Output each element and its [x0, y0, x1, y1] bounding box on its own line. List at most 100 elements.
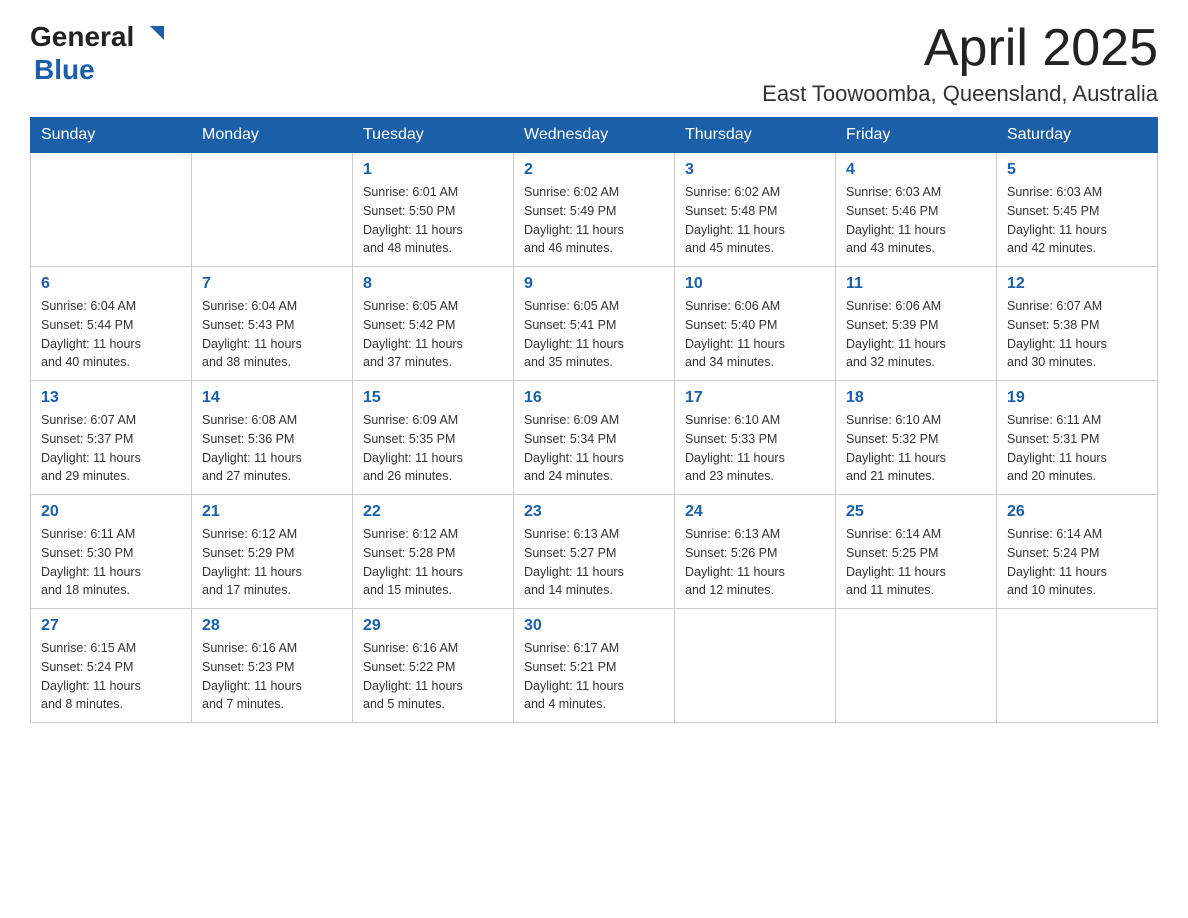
calendar-cell: 10 Sunrise: 6:06 AM Sunset: 5:40 PM Dayli…: [675, 267, 836, 381]
calendar-cell: 12Sunrise: 6:07 AM Sunset: 5:38 PM Dayli…: [997, 267, 1158, 381]
day-info: Sunrise: 6:16 AM Sunset: 5:23 PM Dayligh…: [202, 639, 342, 714]
day-number: 12: [1007, 275, 1147, 293]
calendar-cell: 22 Sunrise: 6:12 AM Sunset: 5:28 PM Dayli…: [353, 495, 514, 609]
calendar-table: SundayMondayTuesdayWednesdayThursdayFrid…: [30, 117, 1158, 723]
day-info: Sunrise: 6:03 AM Sunset: 5:45 PM Dayligh…: [1007, 183, 1147, 258]
day-number: 5: [1007, 161, 1147, 179]
day-number: 1: [363, 161, 503, 179]
day-number: 21: [202, 503, 342, 521]
day-number: 8: [363, 275, 503, 293]
calendar-cell: 27 Sunrise: 6:15 AM Sunset: 5:24 PM Dayli…: [31, 609, 192, 723]
day-info: Sunrise: 6:05 AM Sunset: 5:41 PM Dayligh…: [524, 297, 664, 372]
day-number: 7: [202, 275, 342, 293]
calendar-cell: 8Sunrise: 6:05 AM Sunset: 5:42 PM Daylig…: [353, 267, 514, 381]
day-info: Sunrise: 6:15 AM Sunset: 5:24 PM Dayligh…: [41, 639, 181, 714]
page-header: General Blue April 2025 East Toowoomba, …: [30, 20, 1158, 107]
calendar-cell: [997, 609, 1158, 723]
day-info: Sunrise: 6:06 AM Sunset: 5:39 PM Dayligh…: [846, 297, 986, 372]
calendar-cell: 30 Sunrise: 6:17 AM Sunset: 5:21 PM Dayli…: [514, 609, 675, 723]
day-number: 26: [1007, 503, 1147, 521]
logo-general-text: General: [30, 21, 134, 53]
calendar-cell: 5 Sunrise: 6:03 AM Sunset: 5:45 PM Daylig…: [997, 153, 1158, 267]
title-area: April 2025 East Toowoomba, Queensland, A…: [762, 20, 1158, 107]
location-title: East Toowoomba, Queensland, Australia: [762, 81, 1158, 107]
weekday-header-row: SundayMondayTuesdayWednesdayThursdayFrid…: [31, 118, 1158, 153]
day-info: Sunrise: 6:04 AM Sunset: 5:44 PM Dayligh…: [41, 297, 181, 372]
day-info: Sunrise: 6:16 AM Sunset: 5:22 PM Dayligh…: [363, 639, 503, 714]
day-number: 24: [685, 503, 825, 521]
day-number: 11: [846, 275, 986, 293]
day-info: Sunrise: 6:01 AM Sunset: 5:50 PM Dayligh…: [363, 183, 503, 258]
weekday-header-monday: Monday: [192, 118, 353, 153]
week-row-1: 1 Sunrise: 6:01 AM Sunset: 5:50 PM Daylig…: [31, 153, 1158, 267]
weekday-header-tuesday: Tuesday: [353, 118, 514, 153]
calendar-cell: [31, 153, 192, 267]
day-number: 25: [846, 503, 986, 521]
calendar-cell: 16 Sunrise: 6:09 AM Sunset: 5:34 PM Dayli…: [514, 381, 675, 495]
calendar-cell: 2Sunrise: 6:02 AM Sunset: 5:49 PM Daylig…: [514, 153, 675, 267]
day-info: Sunrise: 6:12 AM Sunset: 5:28 PM Dayligh…: [363, 525, 503, 600]
calendar-cell: 21 Sunrise: 6:12 AM Sunset: 5:29 PM Dayli…: [192, 495, 353, 609]
day-info: Sunrise: 6:12 AM Sunset: 5:29 PM Dayligh…: [202, 525, 342, 600]
logo: General Blue: [30, 20, 168, 86]
day-info: Sunrise: 6:06 AM Sunset: 5:40 PM Dayligh…: [685, 297, 825, 372]
day-info: Sunrise: 6:09 AM Sunset: 5:34 PM Dayligh…: [524, 411, 664, 486]
day-number: 18: [846, 389, 986, 407]
calendar-cell: 1 Sunrise: 6:01 AM Sunset: 5:50 PM Daylig…: [353, 153, 514, 267]
day-number: 19: [1007, 389, 1147, 407]
day-number: 27: [41, 617, 181, 635]
day-number: 14: [202, 389, 342, 407]
day-info: Sunrise: 6:14 AM Sunset: 5:24 PM Dayligh…: [1007, 525, 1147, 600]
weekday-header-thursday: Thursday: [675, 118, 836, 153]
calendar-cell: 26 Sunrise: 6:14 AM Sunset: 5:24 PM Dayli…: [997, 495, 1158, 609]
week-row-4: 20Sunrise: 6:11 AM Sunset: 5:30 PM Dayli…: [31, 495, 1158, 609]
weekday-header-sunday: Sunday: [31, 118, 192, 153]
calendar-cell: [675, 609, 836, 723]
calendar-cell: 19 Sunrise: 6:11 AM Sunset: 5:31 PM Dayli…: [997, 381, 1158, 495]
day-number: 6: [41, 275, 181, 293]
day-info: Sunrise: 6:13 AM Sunset: 5:26 PM Dayligh…: [685, 525, 825, 600]
day-info: Sunrise: 6:13 AM Sunset: 5:27 PM Dayligh…: [524, 525, 664, 600]
day-number: 17: [685, 389, 825, 407]
day-number: 4: [846, 161, 986, 179]
day-info: Sunrise: 6:17 AM Sunset: 5:21 PM Dayligh…: [524, 639, 664, 714]
calendar-cell: 7 Sunrise: 6:04 AM Sunset: 5:43 PM Daylig…: [192, 267, 353, 381]
calendar-cell: 14Sunrise: 6:08 AM Sunset: 5:36 PM Dayli…: [192, 381, 353, 495]
day-number: 9: [524, 275, 664, 293]
calendar-cell: 13Sunrise: 6:07 AM Sunset: 5:37 PM Dayli…: [31, 381, 192, 495]
day-number: 13: [41, 389, 181, 407]
logo-icon: [134, 20, 168, 54]
day-number: 16: [524, 389, 664, 407]
day-number: 20: [41, 503, 181, 521]
day-number: 29: [363, 617, 503, 635]
day-info: Sunrise: 6:14 AM Sunset: 5:25 PM Dayligh…: [846, 525, 986, 600]
day-number: 3: [685, 161, 825, 179]
day-number: 15: [363, 389, 503, 407]
calendar-cell: 24 Sunrise: 6:13 AM Sunset: 5:26 PM Dayli…: [675, 495, 836, 609]
week-row-2: 6 Sunrise: 6:04 AM Sunset: 5:44 PM Daylig…: [31, 267, 1158, 381]
day-number: 22: [363, 503, 503, 521]
calendar-cell: 17 Sunrise: 6:10 AM Sunset: 5:33 PM Dayli…: [675, 381, 836, 495]
month-title: April 2025: [762, 20, 1158, 77]
day-info: Sunrise: 6:10 AM Sunset: 5:33 PM Dayligh…: [685, 411, 825, 486]
calendar-cell: 11 Sunrise: 6:06 AM Sunset: 5:39 PM Dayli…: [836, 267, 997, 381]
calendar-cell: 25 Sunrise: 6:14 AM Sunset: 5:25 PM Dayli…: [836, 495, 997, 609]
day-info: Sunrise: 6:02 AM Sunset: 5:49 PM Dayligh…: [524, 183, 664, 258]
week-row-5: 27 Sunrise: 6:15 AM Sunset: 5:24 PM Dayli…: [31, 609, 1158, 723]
calendar-cell: 6 Sunrise: 6:04 AM Sunset: 5:44 PM Daylig…: [31, 267, 192, 381]
logo-blue-text: Blue: [34, 54, 95, 86]
calendar-cell: 29 Sunrise: 6:16 AM Sunset: 5:22 PM Dayli…: [353, 609, 514, 723]
day-info: Sunrise: 6:09 AM Sunset: 5:35 PM Dayligh…: [363, 411, 503, 486]
calendar-cell: 3Sunrise: 6:02 AM Sunset: 5:48 PM Daylig…: [675, 153, 836, 267]
day-info: Sunrise: 6:11 AM Sunset: 5:31 PM Dayligh…: [1007, 411, 1147, 486]
calendar-cell: 4 Sunrise: 6:03 AM Sunset: 5:46 PM Daylig…: [836, 153, 997, 267]
week-row-3: 13Sunrise: 6:07 AM Sunset: 5:37 PM Dayli…: [31, 381, 1158, 495]
day-info: Sunrise: 6:04 AM Sunset: 5:43 PM Dayligh…: [202, 297, 342, 372]
day-number: 30: [524, 617, 664, 635]
day-info: Sunrise: 6:03 AM Sunset: 5:46 PM Dayligh…: [846, 183, 986, 258]
day-number: 10: [685, 275, 825, 293]
day-number: 23: [524, 503, 664, 521]
calendar-cell: 9 Sunrise: 6:05 AM Sunset: 5:41 PM Daylig…: [514, 267, 675, 381]
weekday-header-wednesday: Wednesday: [514, 118, 675, 153]
calendar-cell: 23 Sunrise: 6:13 AM Sunset: 5:27 PM Dayli…: [514, 495, 675, 609]
